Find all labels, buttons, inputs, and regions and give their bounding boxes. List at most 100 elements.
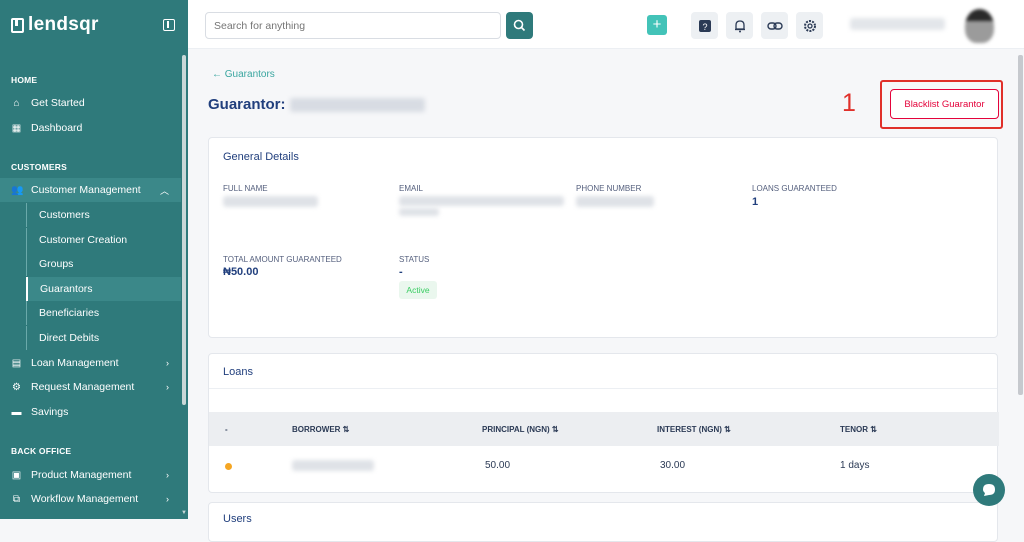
section-back-office: BACK OFFICE — [11, 446, 72, 456]
home-icon: ⌂ — [13, 97, 20, 109]
settings-button[interactable] — [796, 12, 823, 39]
chat-button[interactable] — [973, 474, 1005, 506]
search-input[interactable] — [205, 12, 501, 39]
phone-label: Phone Number — [576, 184, 642, 193]
savings-icon: ▬ — [11, 406, 22, 418]
principal-cell: 50.00 — [485, 460, 511, 471]
borrower-value-redacted[interactable] — [292, 460, 374, 471]
loans-table-header: - Borrower ⇅ Principal (NGN) ⇅ Interest … — [209, 412, 999, 446]
chevron-right-icon: › — [166, 358, 169, 368]
help-icon: ? — [698, 19, 711, 32]
sidebar-item-dashboard[interactable]: ▦ Dashboard — [0, 116, 181, 140]
sidebar-item-product-management[interactable]: ▣ Product Management › — [0, 463, 181, 487]
column-header-interest[interactable]: Interest (NGN) ⇅ — [657, 425, 731, 434]
sidebar-item-get-started[interactable]: ⌂ Get Started — [0, 91, 181, 115]
sidebar: lendsqr HOME ⌂ Get Started ▦ Dashboard CUS… — [0, 0, 188, 519]
section-home: HOME — [11, 75, 38, 85]
sidebar-item-label: Request Management — [31, 381, 135, 393]
logo-icon — [11, 17, 24, 33]
sidebar-item-workflow-management[interactable]: ⧉ Workflow Management › — [0, 487, 181, 511]
column-header-label: Interest (NGN) — [657, 425, 722, 434]
sidebar-item-label: Loan Management — [31, 357, 119, 369]
users-card: Users — [208, 502, 998, 542]
chat-icon — [983, 484, 995, 496]
back-link[interactable]: ← Guarantors — [212, 69, 275, 80]
sidebar-item-groups[interactable]: Groups — [26, 252, 181, 276]
full-name-value-redacted — [223, 196, 318, 207]
collapse-sidebar-icon[interactable] — [163, 19, 175, 31]
phone-value-redacted — [576, 196, 654, 207]
chevron-right-icon: › — [166, 382, 169, 392]
back-link-label: Guarantors — [224, 69, 275, 80]
bell-icon — [734, 19, 745, 32]
request-icon: ⚙ — [12, 381, 21, 393]
section-customers: CUSTOMERS — [11, 162, 67, 172]
guarantor-name-redacted — [289, 98, 425, 113]
loans-card: Loans - Borrower ⇅ Principal (NGN) ⇅ Int… — [208, 353, 999, 493]
users-title: Users — [223, 513, 252, 525]
link-icon — [766, 21, 783, 30]
status-dot-icon — [225, 463, 232, 470]
page-title: Guarantor: — [208, 96, 425, 113]
top-bar: + ? — [188, 0, 1024, 49]
search-button[interactable] — [506, 12, 533, 39]
email-label: Email — [399, 184, 424, 193]
sidebar-item-label: Workflow Management — [31, 493, 139, 505]
sidebar-item-label: Savings — [31, 406, 69, 418]
total-amount-value: ₦50.00 — [223, 266, 259, 278]
sidebar-item-savings[interactable]: ▬ Savings — [0, 400, 181, 424]
user-name[interactable] — [850, 18, 945, 30]
sidebar-item-direct-debits[interactable]: Direct Debits — [26, 326, 181, 350]
help-button[interactable]: ? — [691, 12, 718, 39]
chevron-right-icon: › — [166, 494, 169, 504]
column-header-index: - — [225, 425, 228, 434]
loans-guaranteed-label: Loans Guaranteed — [752, 184, 837, 193]
product-icon: ▣ — [11, 469, 22, 481]
column-header-borrower[interactable]: Borrower ⇅ — [292, 425, 349, 434]
sidebar-item-guarantors[interactable]: Guarantors — [26, 277, 181, 301]
plus-icon: + — [652, 16, 662, 33]
users-icon: 👥 — [11, 184, 24, 196]
add-button[interactable]: + — [647, 15, 667, 35]
sort-icon: ⇅ — [549, 425, 559, 434]
sort-icon: ⇅ — [868, 425, 877, 434]
blacklist-guarantor-button[interactable]: Blacklist Guarantor — [890, 89, 999, 119]
sidebar-item-loan-management[interactable]: ▤ Loan Management › — [0, 351, 181, 375]
sidebar-item-label: Dashboard — [31, 122, 83, 134]
divider — [209, 388, 997, 389]
general-details-title: General Details — [223, 151, 299, 163]
column-header-tenor[interactable]: Tenor ⇅ — [840, 425, 877, 434]
scroll-down-icon[interactable]: ▼ — [181, 510, 187, 516]
page-scrollbar[interactable] — [1018, 55, 1023, 395]
sidebar-item-label: Customer Management — [31, 184, 141, 196]
column-header-principal[interactable]: Principal (NGN) ⇅ — [482, 425, 559, 434]
notifications-button[interactable] — [726, 12, 753, 39]
sidebar-item-customers[interactable]: Customers — [26, 203, 181, 227]
column-header-label: Principal (NGN) — [482, 425, 550, 434]
chevron-right-icon: › — [166, 470, 169, 480]
brand-name: lendsqr — [28, 14, 99, 35]
interest-cell: 30.00 — [660, 460, 686, 471]
sidebar-item-request-management[interactable]: ⚙ Request Management › — [0, 375, 181, 399]
sidebar-scrollbar[interactable] — [182, 55, 186, 405]
loan-icon: ▤ — [11, 357, 22, 369]
brand-logo[interactable]: lendsqr — [11, 14, 99, 36]
status-badge: Active — [399, 281, 437, 299]
email-value-redacted-line2 — [399, 208, 439, 216]
page-title-prefix: Guarantor: — [208, 96, 286, 113]
avatar[interactable] — [965, 9, 994, 43]
link-button[interactable] — [761, 12, 788, 39]
gear-icon — [803, 19, 816, 32]
sidebar-item-beneficiaries[interactable]: Beneficiaries — [26, 301, 181, 325]
email-value-redacted — [399, 196, 564, 206]
search-icon — [513, 19, 526, 32]
sidebar-item-customer-creation[interactable]: Customer Creation — [26, 228, 181, 252]
sidebar-item-customer-management[interactable]: 👥 Customer Management ︿ — [0, 178, 181, 202]
sort-icon: ⇅ — [340, 425, 350, 434]
arrow-left-icon: ← — [212, 69, 225, 80]
total-amount-label: Total Amount Guaranteed — [223, 255, 342, 264]
general-details-card: General Details Full Name Email Phone Nu… — [208, 137, 998, 338]
dashboard-icon: ▦ — [11, 122, 22, 134]
annotation-number: 1 — [842, 89, 856, 117]
workflow-icon: ⧉ — [12, 493, 21, 505]
